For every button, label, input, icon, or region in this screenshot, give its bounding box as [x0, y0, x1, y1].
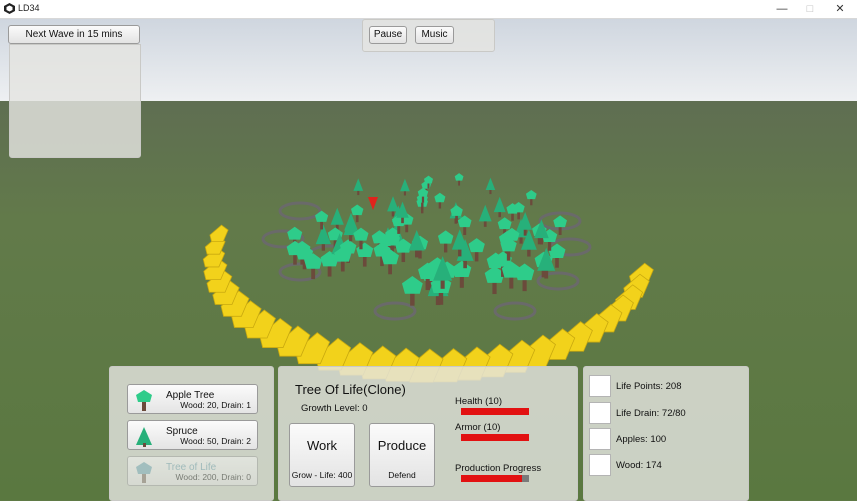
music-button[interactable]: Music: [415, 26, 454, 44]
apple-tree-cost: Wood: 20, Drain: 1: [180, 400, 251, 410]
game-viewport[interactable]: Next Wave in 15 mins Pause Music Apple T…: [0, 19, 857, 501]
production-progress-fill: [461, 475, 523, 482]
build-menu-panel: Apple Tree Wood: 20, Drain: 1 Spruce Woo…: [109, 366, 274, 501]
close-button[interactable]: ✕: [826, 1, 854, 17]
armor-bar-fill: [461, 434, 529, 441]
work-button-subtext: Grow - Life: 400: [291, 470, 353, 480]
tree-of-life-icon: [136, 462, 152, 483]
maximize-button[interactable]: □: [796, 1, 824, 17]
armor-label: Armor (10): [455, 422, 501, 433]
work-button-label: Work: [306, 438, 338, 453]
produce-button-subtext: Defend: [388, 470, 416, 480]
next-wave-timer-button[interactable]: Next Wave in 15 mins: [8, 25, 140, 44]
spruce-cost: Wood: 50, Drain: 2: [180, 436, 251, 446]
window-titlebar: LD34 — □ ✕: [0, 0, 857, 19]
wood-label: Wood: 174: [616, 460, 662, 471]
window-title: LD34: [18, 3, 40, 13]
tree-of-life-cost: Wood: 200, Drain: 0: [175, 472, 251, 482]
life-drain-label: Life Drain: 72/80: [616, 408, 686, 419]
life-drain-icon: [589, 402, 611, 424]
health-label: Health (10): [455, 396, 502, 407]
build-tree-of-life-button[interactable]: Tree of Life Wood: 200, Drain: 0: [127, 456, 258, 486]
pause-button[interactable]: Pause: [369, 26, 407, 44]
production-progress-bar: [461, 475, 529, 482]
production-progress-label: Production Progress: [455, 463, 542, 474]
minimize-button[interactable]: —: [768, 1, 796, 17]
top-controls-panel: Pause Music: [362, 19, 495, 52]
unity-logo-icon: [4, 3, 15, 14]
spruce-icon: [136, 427, 152, 447]
wave-info-panel: [9, 44, 141, 158]
health-bar: [461, 408, 529, 415]
life-points-icon: [589, 375, 611, 397]
apple-tree-icon: [136, 390, 152, 411]
build-apple-tree-button[interactable]: Apple Tree Wood: 20, Drain: 1: [127, 384, 258, 414]
build-spruce-button[interactable]: Spruce Wood: 50, Drain: 2: [127, 420, 258, 450]
selected-unit-panel: Tree Of Life(Clone) Growth Level: 0 Work…: [278, 366, 578, 501]
apples-icon: [589, 428, 611, 450]
selected-unit-title: Tree Of Life(Clone): [295, 382, 406, 397]
produce-button[interactable]: Produce Defend: [369, 423, 435, 487]
work-button[interactable]: Work Grow - Life: 400: [289, 423, 355, 487]
resources-panel: Life Points: 208 Life Drain: 72/80 Apple…: [583, 366, 749, 501]
growth-level-label: Growth Level: 0: [301, 403, 368, 414]
life-points-label: Life Points: 208: [616, 381, 682, 392]
wood-icon: [589, 454, 611, 476]
armor-bar: [461, 434, 529, 441]
health-bar-fill: [461, 408, 529, 415]
apples-label: Apples: 100: [616, 434, 667, 445]
produce-button-label: Produce: [377, 438, 427, 453]
